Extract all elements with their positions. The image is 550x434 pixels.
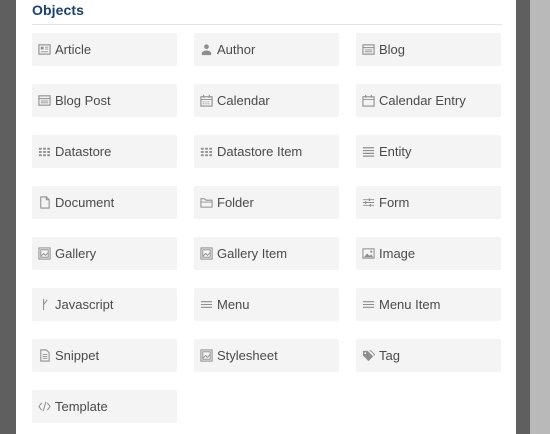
object-tile-label: Tag [379,348,400,363]
object-tile-label: Calendar [217,93,270,108]
backdrop-right-strip [530,0,550,434]
folder-icon [199,196,213,210]
object-tile-label: Gallery Item [217,246,288,261]
blog-post-icon [37,94,51,108]
image-icon [361,247,375,261]
calendar-icon [199,94,213,108]
object-tile-label: Calendar Entry [379,93,466,108]
object-tile-label: Document [55,195,115,210]
object-tile-datastore-item[interactable]: Datastore Item [194,135,339,168]
calendar-entry-icon [361,94,375,108]
menu-icon [199,298,213,312]
article-icon [37,43,51,57]
gallery-item-icon [199,247,213,261]
section-title: Objects [32,2,85,18]
object-tile-blog[interactable]: Blog [356,33,501,66]
object-tile-label: Gallery [55,246,97,261]
datastore-icon [37,145,51,159]
object-tile-document[interactable]: Document [32,186,177,219]
object-tile-label: Article [55,42,92,57]
object-tile-calendar[interactable]: Calendar [194,84,339,117]
object-tile-stylesheet[interactable]: Stylesheet [194,339,339,372]
section-divider [32,24,502,25]
object-tile-label: Template [55,399,108,414]
object-tile-label: Folder [217,195,254,210]
object-tile-article[interactable]: Article [32,33,177,66]
form-icon [361,196,375,210]
object-tile-calendar-entry[interactable]: Calendar Entry [356,84,501,117]
object-picker-modal: Objects Article Author Blog Blog Post Ca… [16,0,516,434]
template-icon [37,400,51,414]
object-tile-label: Image [379,246,416,261]
object-tile-label: Blog [379,42,406,57]
datastore-item-icon [199,145,213,159]
object-tile-image[interactable]: Image [356,237,501,270]
object-tile-label: Menu [217,297,250,312]
object-tile-template[interactable]: Template [32,390,177,423]
object-tile-snippet[interactable]: Snippet [32,339,177,372]
object-tile-gallery-item[interactable]: Gallery Item [194,237,339,270]
object-tile-label: Author [217,42,256,57]
object-tile-label: Datastore Item [217,144,303,159]
javascript-icon [37,298,51,312]
object-tile-label: Entity [379,144,412,159]
tag-icon [361,349,375,363]
object-tile-menu-item[interactable]: Menu Item [356,288,501,321]
object-tile-label: Stylesheet [217,348,278,363]
blog-icon [361,43,375,57]
author-icon [199,43,213,57]
object-tile-datastore[interactable]: Datastore [32,135,177,168]
object-tile-label: Javascript [55,297,114,312]
object-tile-label: Form [379,195,410,210]
entity-icon [361,145,375,159]
menu-item-icon [361,298,375,312]
object-tile-entity[interactable]: Entity [356,135,501,168]
object-tile-label: Menu Item [379,297,441,312]
object-tile-blog-post[interactable]: Blog Post [32,84,177,117]
object-tile-javascript[interactable]: Javascript [32,288,177,321]
gallery-icon [37,247,51,261]
object-grid: Article Author Blog Blog Post Calendar C… [32,33,516,423]
object-tile-label: Blog Post [55,93,111,108]
object-tile-label: Snippet [55,348,100,363]
object-tile-folder[interactable]: Folder [194,186,339,219]
snippet-icon [37,349,51,363]
object-tile-gallery[interactable]: Gallery [32,237,177,270]
object-tile-author[interactable]: Author [194,33,339,66]
object-tile-label: Datastore [55,144,112,159]
document-icon [37,196,51,210]
object-tile-form[interactable]: Form [356,186,501,219]
object-tile-menu[interactable]: Menu [194,288,339,321]
stylesheet-icon [199,349,213,363]
object-tile-tag[interactable]: Tag [356,339,501,372]
